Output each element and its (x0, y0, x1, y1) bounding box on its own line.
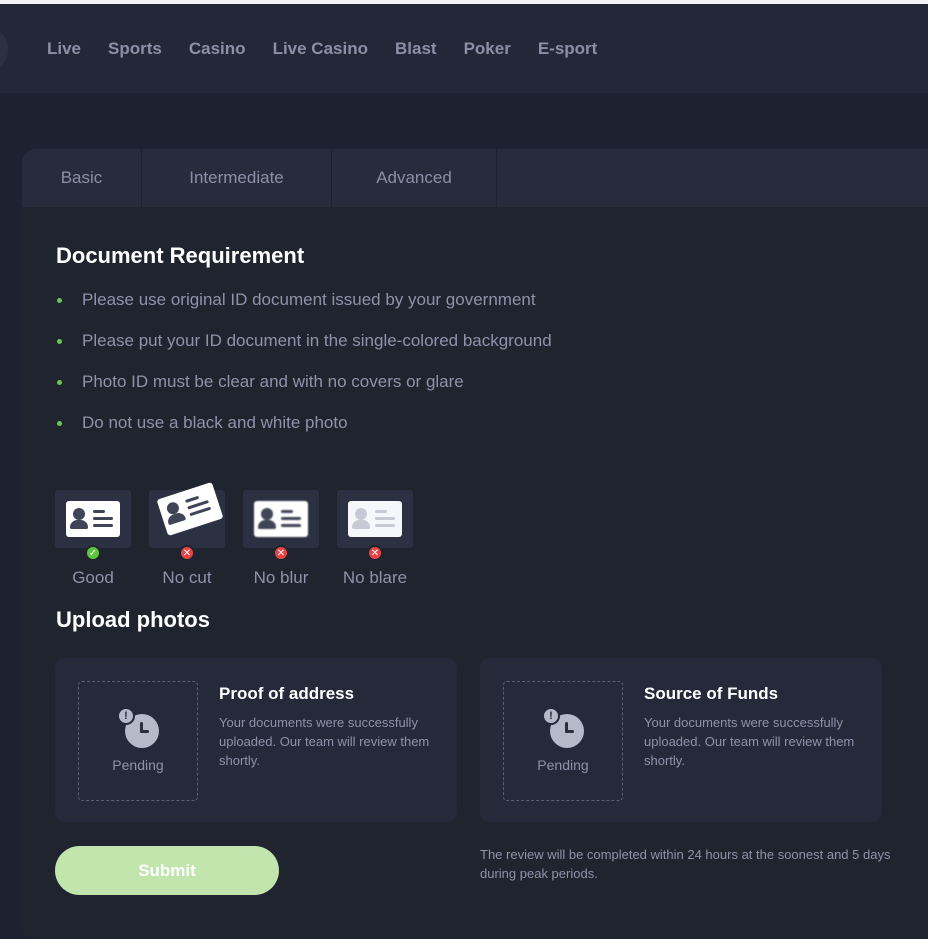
example-label: No blur (253, 568, 309, 587)
nav-item-sports[interactable]: Sports (108, 39, 162, 59)
example-no-glare: ✕ No blare (337, 490, 413, 588)
requirement-text: Please put your ID document in the singl… (82, 331, 552, 350)
requirement-text: Please use original ID document issued b… (82, 290, 536, 309)
card-description: Your documents were successfully uploade… (219, 715, 430, 768)
example-no-cut: ✕ No cut (149, 481, 225, 588)
requirement-text: Do not use a black and white photo (82, 413, 348, 432)
tab-intermediate[interactable]: Intermediate (142, 149, 332, 207)
menu-toggle-button[interactable] (0, 29, 8, 69)
bullet-icon (57, 380, 62, 385)
id-card-example-image: ✕ (243, 490, 319, 561)
bullet-icon (57, 339, 62, 344)
upload-photos-heading: Upload photos (56, 607, 210, 632)
id-card-example-image: ✕ (337, 490, 413, 561)
nav-item-casino[interactable]: Casino (189, 39, 246, 59)
x-icon: ✕ (179, 545, 195, 561)
id-card-icon (348, 501, 402, 537)
pending-status: Pending (112, 757, 164, 773)
id-card-example-image: ✓ (55, 490, 131, 561)
verification-level-tabs: Basic Intermediate Advanced (22, 149, 928, 207)
source-of-funds-card: ! Pending Source of Funds Your documents… (480, 658, 882, 822)
check-icon: ✓ (85, 545, 101, 561)
proof-of-address-dropzone[interactable]: ! Pending (78, 681, 198, 801)
id-card-icon (156, 481, 224, 537)
x-icon: ✕ (273, 545, 289, 561)
id-card-example-image: ✕ (149, 481, 225, 561)
x-icon: ✕ (367, 545, 383, 561)
top-navigation-bar: Live Sports Casino Live Casino Blast Pok… (0, 4, 928, 93)
requirement-item: Please put your ID document in the singl… (56, 331, 552, 372)
example-good: ✓ Good (55, 490, 131, 588)
id-card-icon (254, 501, 308, 537)
card-description: Your documents were successfully uploade… (644, 715, 855, 768)
card-title: Source of Funds (644, 684, 779, 703)
nav-item-esport[interactable]: E-sport (538, 39, 598, 59)
requirement-item: Do not use a black and white photo (56, 413, 552, 454)
nav-item-live-casino[interactable]: Live Casino (273, 39, 368, 59)
id-card-icon (66, 501, 120, 537)
exclamation-icon: ! (117, 707, 135, 725)
photo-examples: ✓ Good ✕ No cut ✕ No blur ✕ No blare (55, 481, 413, 588)
verification-panel: Basic Intermediate Advanced Document Req… (22, 149, 928, 939)
exclamation-icon: ! (542, 707, 560, 725)
example-label: No blare (342, 568, 408, 587)
source-of-funds-dropzone[interactable]: ! Pending (503, 681, 623, 801)
bullet-icon (57, 298, 62, 303)
card-title: Proof of address (219, 684, 355, 703)
example-label: Good (72, 568, 114, 587)
review-time-note: The review will be completed within 24 h… (480, 847, 891, 881)
requirement-text: Photo ID must be clear and with no cover… (82, 372, 464, 391)
nav-item-blast[interactable]: Blast (395, 39, 437, 59)
main-nav: Live Sports Casino Live Casino Blast Pok… (47, 39, 597, 59)
proof-of-address-card: ! Pending Proof of address Your document… (55, 658, 457, 822)
requirement-list: Please use original ID document issued b… (56, 290, 552, 454)
submit-button[interactable]: Submit (55, 846, 279, 895)
requirement-item: Please use original ID document issued b… (56, 290, 552, 331)
example-label: No cut (162, 568, 212, 587)
requirement-item: Photo ID must be clear and with no cover… (56, 372, 552, 413)
tab-basic[interactable]: Basic (22, 149, 142, 207)
bullet-icon (57, 421, 62, 426)
example-no-blur: ✕ No blur (243, 490, 319, 588)
nav-item-poker[interactable]: Poker (464, 39, 511, 59)
tab-advanced[interactable]: Advanced (332, 149, 497, 207)
nav-item-live[interactable]: Live (47, 39, 81, 59)
document-requirement-heading: Document Requirement (56, 243, 305, 268)
pending-status: Pending (537, 757, 589, 773)
